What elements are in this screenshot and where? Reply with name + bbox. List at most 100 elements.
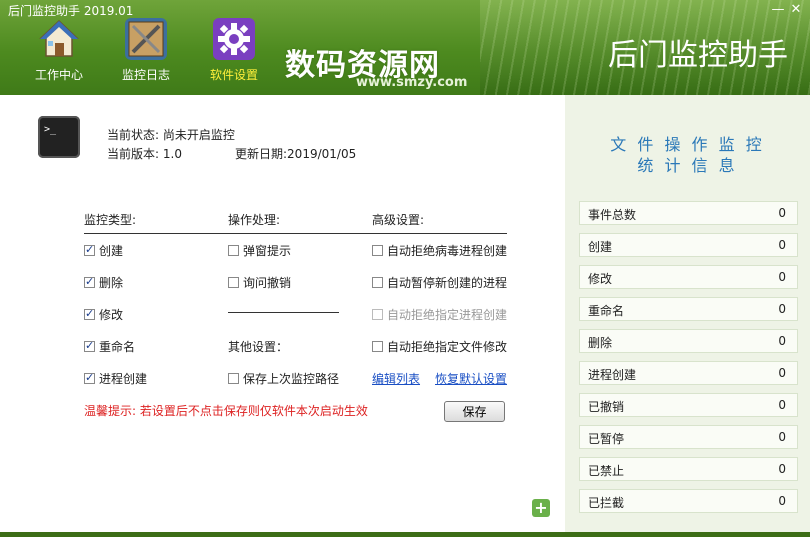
checkbox-mark[interactable] xyxy=(84,275,95,288)
version-value: 1.0 xyxy=(162,147,182,161)
checkbox-mark[interactable] xyxy=(372,277,383,288)
checkbox-mark[interactable] xyxy=(228,245,239,256)
toolbar-work-center-label: 工作中心 xyxy=(34,68,83,82)
stat-value: 0 xyxy=(778,462,786,476)
toolbar-settings-label: 软件设置 xyxy=(209,68,258,82)
gear-icon xyxy=(213,18,255,60)
checkbox-label: 弹窗提示 xyxy=(243,244,292,258)
version-row: 当前版本: 1.0 xyxy=(107,145,182,162)
toolbar-settings[interactable]: 软件设置 xyxy=(203,18,265,86)
version-label: 当前版本: xyxy=(107,147,160,161)
settings-panel: >_ 当前状态: 尚未开启监控 当前版本: 1.0 更新日期:2019/01/0… xyxy=(0,95,565,532)
stat-name: 已禁止 xyxy=(588,464,625,478)
header-divider xyxy=(84,233,507,234)
restore-default-link[interactable]: 恢复默认设置 xyxy=(435,370,507,387)
stat-row-create: 创建 0 xyxy=(579,233,798,257)
checkbox-ask-undo[interactable]: 询问撤销 xyxy=(228,274,291,291)
checkbox-label: 自动拒绝指定进程创建 xyxy=(387,308,508,322)
update-date-row: 更新日期:2019/01/05 xyxy=(235,145,356,162)
checkbox-label: 保存上次监控路径 xyxy=(243,372,340,386)
header-bar: 后门监控助手 2019.01 — ✕ 工作中心 监控日志 软件设置 数码资源网 … xyxy=(0,0,810,95)
app-title: 后门监控助手 xyxy=(608,38,788,73)
stat-row-intercepted: 已拦截 0 xyxy=(579,489,798,513)
plus-icon[interactable]: + xyxy=(532,499,550,517)
stat-name: 事件总数 xyxy=(588,208,637,222)
checkbox-label: 询问撤销 xyxy=(243,276,292,290)
actions-divider xyxy=(228,312,339,313)
checkbox-reject-file-modify[interactable]: 自动拒绝指定文件修改 xyxy=(372,338,507,355)
minimize-icon[interactable]: — xyxy=(770,2,786,17)
checkbox-modify[interactable]: 修改 xyxy=(84,306,123,323)
checkbox-mark[interactable] xyxy=(372,245,383,256)
checkbox-rename[interactable]: 重命名 xyxy=(84,338,135,355)
stat-name: 已暂停 xyxy=(588,432,625,446)
checkbox-label: 重命名 xyxy=(99,340,136,354)
stat-row-delete: 删除 0 xyxy=(579,329,798,353)
window-title: 后门监控助手 2019.01 xyxy=(8,4,134,18)
save-button[interactable]: 保存 xyxy=(444,401,505,422)
status-bar xyxy=(0,532,810,537)
stat-value: 0 xyxy=(778,366,786,380)
stat-value: 0 xyxy=(778,398,786,412)
checkbox-popup-alert[interactable]: 弹窗提示 xyxy=(228,242,291,259)
stat-value: 0 xyxy=(778,206,786,220)
log-tools-icon xyxy=(125,18,167,60)
checkbox-reject-virus-process[interactable]: 自动拒绝病毒进程创建 xyxy=(372,242,507,259)
stat-name: 进程创建 xyxy=(588,368,637,382)
toolbar-monitor-log-label: 监控日志 xyxy=(121,68,170,82)
stat-row-undone: 已撤销 0 xyxy=(579,393,798,417)
checkbox-mark[interactable] xyxy=(84,243,95,256)
stat-row-process-create: 进程创建 0 xyxy=(579,361,798,385)
checkbox-process-create[interactable]: 进程创建 xyxy=(84,370,147,387)
checkbox-pause-new-process[interactable]: 自动暂停新创建的进程 xyxy=(372,274,507,291)
toolbar-monitor-log[interactable]: 监控日志 xyxy=(115,18,177,86)
stat-name: 创建 xyxy=(588,240,613,254)
status-row: 当前状态: 尚未开启监控 xyxy=(107,126,235,143)
other-settings-header: 其他设置： xyxy=(228,340,289,354)
checkbox-label: 删除 xyxy=(99,276,124,290)
checkbox-label: 自动拒绝病毒进程创建 xyxy=(387,244,508,258)
stat-row-paused: 已暂停 0 xyxy=(579,425,798,449)
checkbox-save-last-path[interactable]: 保存上次监控路径 xyxy=(228,370,339,387)
checkbox-label: 自动拒绝指定文件修改 xyxy=(387,340,508,354)
warning-text: 温馨提示: 若设置后不点击保存则仅软件本次启动生效 xyxy=(84,404,368,418)
update-date-label: 更新日期: xyxy=(235,147,288,161)
stat-row-total-events: 事件总数 0 xyxy=(579,201,798,225)
toolbar-work-center[interactable]: 工作中心 xyxy=(28,18,90,86)
stat-row-modify: 修改 0 xyxy=(579,265,798,289)
stat-value: 0 xyxy=(778,334,786,348)
stat-name: 删除 xyxy=(588,336,613,350)
house-icon xyxy=(38,18,80,60)
stat-value: 0 xyxy=(778,494,786,508)
checkbox-mark[interactable] xyxy=(372,341,383,352)
update-date-value: 2019/01/05 xyxy=(287,147,357,161)
checkbox-mark[interactable] xyxy=(228,277,239,288)
checkbox-mark[interactable] xyxy=(372,309,383,320)
stat-value: 0 xyxy=(778,270,786,284)
checkbox-mark[interactable] xyxy=(84,307,95,320)
checkbox-mark[interactable] xyxy=(84,339,95,352)
sidebar-title-line2: 统 计 信 息 xyxy=(637,156,738,175)
checkbox-label: 修改 xyxy=(99,308,124,322)
stat-name: 已撤销 xyxy=(588,400,625,414)
stat-value: 0 xyxy=(778,302,786,316)
stat-value: 0 xyxy=(778,238,786,252)
status-label: 当前状态: xyxy=(107,128,160,142)
checkbox-mark[interactable] xyxy=(228,373,239,384)
checkbox-reject-specified-process[interactable]: 自动拒绝指定进程创建 xyxy=(372,306,507,323)
edit-list-link[interactable]: 编辑列表 xyxy=(372,370,420,387)
checkbox-label: 自动暂停新创建的进程 xyxy=(387,276,508,290)
watermark-url: www.smzy.com xyxy=(356,75,468,90)
advanced-header: 高级设置: xyxy=(372,213,425,227)
stat-name: 修改 xyxy=(588,272,613,286)
checkbox-label: 创建 xyxy=(99,244,124,258)
checkbox-create[interactable]: 创建 xyxy=(84,242,123,259)
stat-name: 已拦截 xyxy=(588,496,625,510)
close-icon[interactable]: ✕ xyxy=(788,2,804,17)
status-value: 尚未开启监控 xyxy=(162,128,235,142)
checkbox-mark[interactable] xyxy=(84,371,95,384)
action-header: 操作处理: xyxy=(228,213,281,227)
checkbox-delete[interactable]: 删除 xyxy=(84,274,123,291)
checkbox-label: 进程创建 xyxy=(99,372,148,386)
terminal-icon: >_ xyxy=(38,116,80,158)
